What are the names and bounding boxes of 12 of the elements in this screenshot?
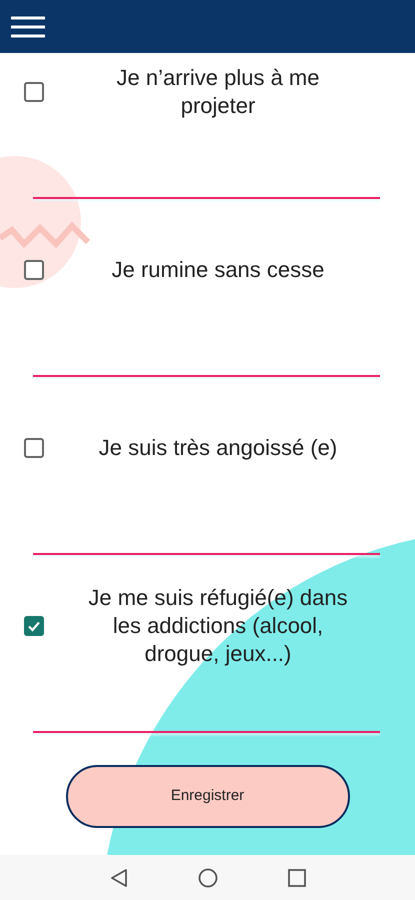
menu-icon[interactable] — [11, 14, 45, 38]
checkbox[interactable] — [24, 82, 44, 102]
home-icon[interactable] — [198, 868, 218, 888]
checkbox[interactable] — [24, 438, 44, 458]
save-button[interactable]: Enregistrer — [66, 765, 350, 828]
recents-icon[interactable] — [288, 868, 306, 886]
checkbox[interactable] — [24, 616, 44, 636]
option-label: Je rumine sans cesse — [110, 256, 326, 284]
checkbox[interactable] — [24, 260, 44, 280]
option-label: Je n’arrive plus à me projeter — [116, 64, 320, 120]
option-label: Je suis très angoissé (e) — [98, 434, 338, 462]
back-icon[interactable] — [110, 868, 128, 888]
